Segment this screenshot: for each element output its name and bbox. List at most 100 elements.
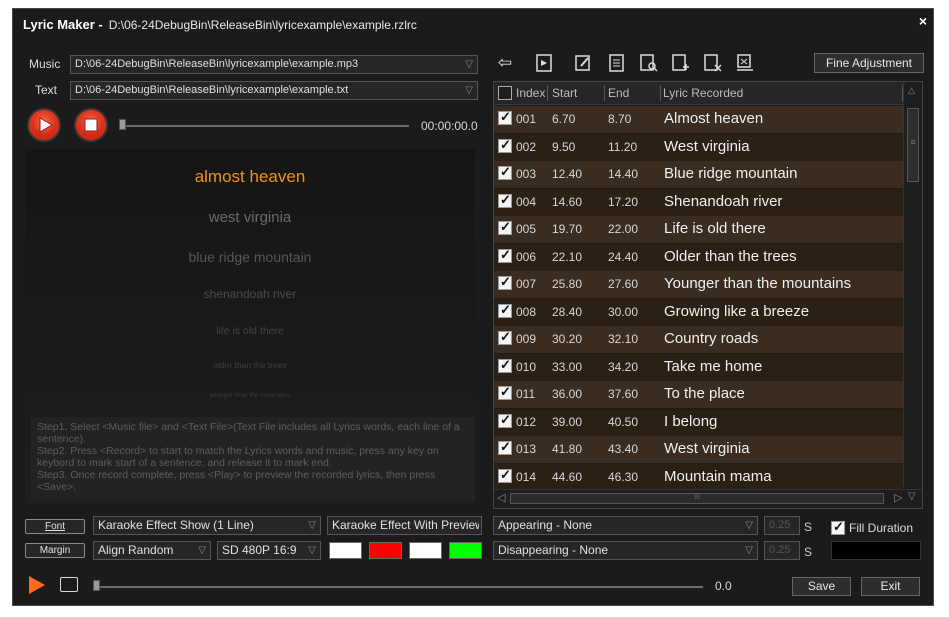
column-header-start[interactable]: Start <box>552 86 577 100</box>
playback-progress-thumb[interactable] <box>93 580 100 591</box>
fine-adjustment-button[interactable]: Fine Adjustment <box>814 53 924 73</box>
effect-show-combo[interactable]: Karaoke Effect Show (1 Line) ▽ <box>93 516 321 535</box>
stop-button[interactable] <box>60 577 78 592</box>
vertical-scroll-thumb[interactable]: ≡ <box>907 108 919 182</box>
table-row[interactable]: 011 36.00 37.60 To the place <box>494 381 904 408</box>
edit-icon[interactable] <box>573 53 593 73</box>
stop-record-button[interactable] <box>76 110 106 140</box>
table-row[interactable]: 008 28.40 30.00 Growing like a breeze <box>494 298 904 326</box>
cell-lyric: Shenandoah river <box>664 192 783 210</box>
row-checkbox[interactable] <box>498 274 512 290</box>
row-checkbox[interactable] <box>498 247 512 263</box>
back-arrow-icon[interactable]: ⇦ <box>495 53 515 73</box>
stop-icon <box>84 118 98 132</box>
cell-end: 40.50 <box>608 414 639 429</box>
record-progress-thumb[interactable] <box>119 119 126 130</box>
record-button[interactable] <box>29 110 59 140</box>
cell-index: 010 <box>516 359 537 374</box>
align-combo[interactable]: Align Random ▽ <box>93 541 211 560</box>
play-button[interactable] <box>27 575 47 600</box>
font-button[interactable]: Font <box>25 519 85 534</box>
resolution-combo[interactable]: SD 480P 16:9 ▽ <box>217 541 321 560</box>
scroll-left-icon[interactable]: ◁ <box>497 491 505 504</box>
app-name: Lyric Maker - <box>23 17 103 32</box>
effect-preview-combo[interactable]: Karaoke Effect With Preview <box>327 516 482 535</box>
music-file-combo[interactable]: D:\06-24DebugBin\ReleaseBin\lyricexample… <box>70 55 478 74</box>
row-checkbox[interactable] <box>498 192 512 208</box>
cell-index: 006 <box>516 249 537 264</box>
table-row[interactable]: 012 39.00 40.50 I belong <box>494 408 904 436</box>
clear-doc-icon[interactable] <box>735 53 755 73</box>
close-icon[interactable]: × <box>919 13 927 29</box>
scroll-right-icon[interactable]: ▷ <box>894 491 902 504</box>
lyrics-table: Index Start End Lyric Recorded 001 6.70 8.… <box>493 81 923 509</box>
scroll-up-icon[interactable]: △ <box>908 85 915 96</box>
table-row[interactable]: 004 14.60 17.20 Shenandoah river <box>494 188 904 216</box>
cell-index: 008 <box>516 304 537 319</box>
appear-duration-input[interactable]: 0.25 <box>764 516 800 535</box>
text-label: Text <box>35 83 58 97</box>
row-checkbox[interactable] <box>498 219 512 235</box>
column-header-index[interactable]: Index <box>516 86 545 100</box>
row-checkbox[interactable] <box>498 467 512 483</box>
fill-duration-checkbox[interactable] <box>831 519 845 535</box>
cell-end: 34.20 <box>608 359 639 374</box>
disappear-duration-input[interactable]: 0.25 <box>764 541 800 560</box>
column-header-lyric[interactable]: Lyric Recorded <box>663 86 743 100</box>
cell-start: 14.60 <box>552 194 583 209</box>
delete-doc-icon[interactable] <box>703 53 723 73</box>
table-row[interactable]: 005 19.70 22.00 Life is old there <box>494 216 904 243</box>
chevron-down-icon: ▽ <box>308 520 316 531</box>
lyric-maker-window: Lyric Maker - D:\06-24DebugBin\ReleaseBin… <box>12 8 934 606</box>
table-row[interactable]: 009 30.20 32.10 Country roads <box>494 326 904 353</box>
column-header-end[interactable]: End <box>608 86 629 100</box>
exit-button[interactable]: Exit <box>861 577 920 596</box>
table-row[interactable]: 014 44.60 46.30 Mountain mama <box>494 463 904 491</box>
playback-progress-track[interactable] <box>95 586 703 588</box>
cell-index: 004 <box>516 194 537 209</box>
select-all-checkbox[interactable] <box>498 86 512 100</box>
cell-start: 44.60 <box>552 469 583 484</box>
cell-index: 005 <box>516 222 537 236</box>
scroll-down-icon[interactable]: ▽ <box>908 491 916 502</box>
row-checkbox[interactable] <box>498 164 512 180</box>
instruction-step: Step3. Once record complete, press <Play… <box>37 469 436 493</box>
table-row[interactable]: 006 22.10 24.40 Older than the trees <box>494 243 904 271</box>
horizontal-scrollbar[interactable]: ◁ III ▷ ▽ <box>494 489 922 508</box>
table-row[interactable]: 001 6.70 8.70 Almost heaven <box>494 106 904 133</box>
search-doc-icon[interactable] <box>639 53 659 73</box>
vertical-scrollbar[interactable]: △ ≡ <box>903 82 922 486</box>
appearing-combo[interactable]: Appearing - None ▽ <box>493 516 758 535</box>
horizontal-scroll-thumb[interactable]: III <box>510 493 884 504</box>
disappearing-combo[interactable]: Disappearing - None ▽ <box>493 541 758 560</box>
row-checkbox[interactable] <box>498 109 512 125</box>
background-color-swatch[interactable] <box>449 542 482 559</box>
add-doc-icon[interactable] <box>671 53 691 73</box>
cell-lyric: I belong <box>664 412 718 430</box>
row-checkbox[interactable] <box>498 302 512 318</box>
record-progress-track[interactable] <box>121 125 409 127</box>
row-checkbox[interactable] <box>498 357 512 373</box>
save-button[interactable]: Save <box>792 577 851 596</box>
row-checkbox[interactable] <box>498 137 512 153</box>
row-checkbox[interactable] <box>498 439 512 455</box>
text-color-swatch[interactable] <box>329 542 362 559</box>
margin-button[interactable]: Margin <box>25 543 85 558</box>
row-checkbox[interactable] <box>498 412 512 428</box>
fill-color-box[interactable] <box>831 541 921 560</box>
cell-start: 22.10 <box>552 249 583 264</box>
highlight-color-swatch[interactable] <box>369 542 402 559</box>
cell-end: 46.30 <box>608 469 639 484</box>
outline-color-swatch[interactable] <box>409 542 442 559</box>
table-row[interactable]: 003 12.40 14.40 Blue ridge mountain <box>494 161 904 188</box>
row-checkbox[interactable] <box>498 384 512 400</box>
row-checkbox[interactable] <box>498 329 512 345</box>
cell-start: 6.70 <box>552 112 576 126</box>
text-file-combo[interactable]: D:\06-24DebugBin\ReleaseBin\lyricexample… <box>70 81 478 100</box>
import-icon[interactable] <box>534 53 554 73</box>
table-row[interactable]: 007 25.80 27.60 Younger than the mountains <box>494 271 904 298</box>
list-icon[interactable] <box>607 53 627 73</box>
table-row[interactable]: 013 41.80 43.40 West virginia <box>494 436 904 463</box>
table-row[interactable]: 002 9.50 11.20 West virginia <box>494 133 904 161</box>
table-row[interactable]: 010 33.00 34.20 Take me home <box>494 353 904 381</box>
